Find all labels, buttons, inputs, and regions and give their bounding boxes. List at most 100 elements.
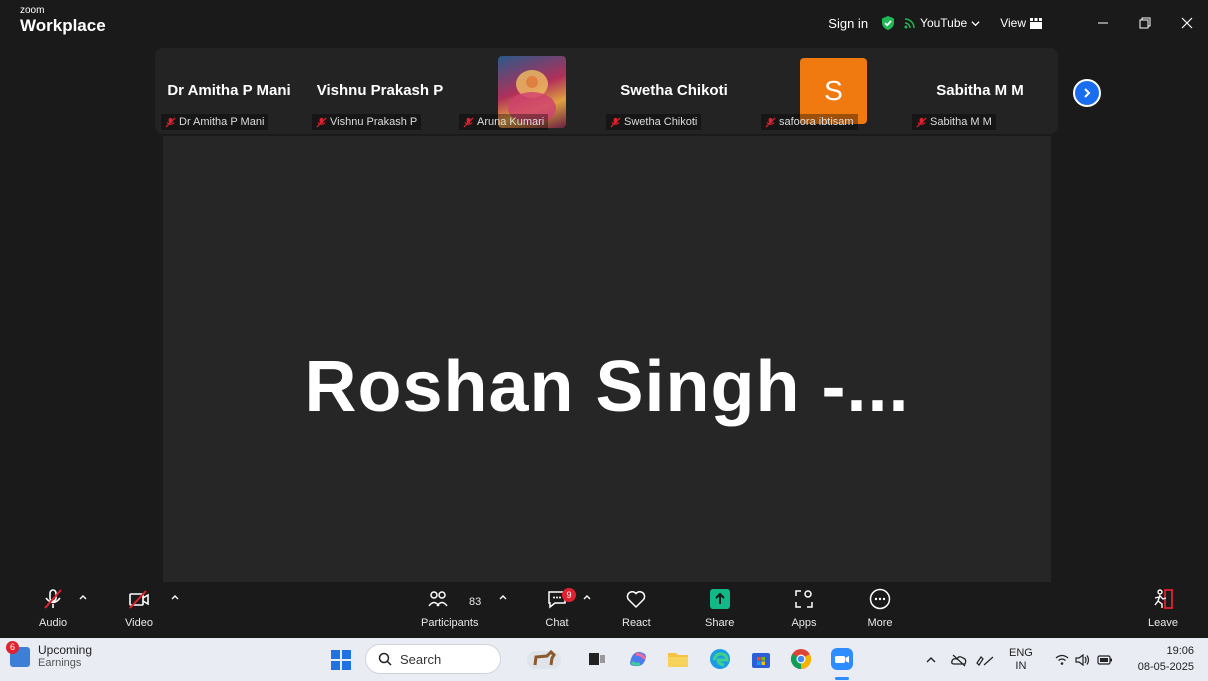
participant-label-text: safoora ibtisam bbox=[779, 116, 854, 128]
share-label: Share bbox=[705, 617, 735, 629]
chevron-up-icon[interactable] bbox=[925, 654, 937, 666]
participant-label-text: Dr Amitha P Mani bbox=[179, 116, 265, 128]
participants-options-chevron-up-icon[interactable] bbox=[498, 592, 508, 602]
shield-check-icon[interactable] bbox=[880, 15, 896, 31]
mic-muted-icon bbox=[610, 116, 621, 128]
participant-label-text: Vishnu Prakash P bbox=[330, 116, 418, 128]
taskbar-search[interactable]: Search bbox=[365, 644, 501, 674]
participant-label: Swetha Chikoti bbox=[606, 114, 702, 130]
system-clock[interactable]: 19:06 08-05-2025 bbox=[1138, 643, 1194, 675]
windows-logo-icon bbox=[331, 650, 340, 659]
heart-icon bbox=[627, 591, 646, 609]
participant-label: Vishnu Prakash P bbox=[312, 114, 422, 130]
chevron-down-icon bbox=[971, 20, 980, 26]
chat-unread-badge: 9 bbox=[562, 588, 576, 602]
leave-button[interactable]: Leave bbox=[1148, 586, 1178, 629]
share-screen-icon bbox=[709, 589, 730, 609]
restore-icon bbox=[1139, 17, 1151, 29]
clock-time: 19:06 bbox=[1166, 645, 1194, 657]
chevron-right-icon bbox=[1084, 88, 1091, 98]
apps-button[interactable]: Apps bbox=[791, 586, 817, 629]
participant-tile[interactable]: Dr Amitha P Mani Dr Amitha P Mani bbox=[155, 48, 303, 134]
minimize-icon bbox=[1098, 22, 1108, 24]
widget-badge: 6 bbox=[6, 640, 19, 654]
speaker-icon[interactable] bbox=[1075, 653, 1091, 666]
widget-title: Upcoming bbox=[38, 643, 93, 657]
edge-browser-icon[interactable] bbox=[708, 647, 732, 671]
more-icon bbox=[869, 588, 891, 610]
youtube-stream-menu[interactable]: YouTube bbox=[904, 16, 980, 30]
zoom-app-icon[interactable] bbox=[830, 647, 854, 671]
restore-button[interactable] bbox=[1124, 0, 1166, 46]
wifi-icon[interactable] bbox=[1055, 654, 1069, 666]
file-explorer-icon[interactable] bbox=[666, 647, 690, 671]
more-label: More bbox=[867, 617, 893, 629]
mic-muted-icon bbox=[165, 116, 176, 128]
chrome-browser-icon[interactable] bbox=[789, 647, 813, 671]
participant-strip: Dr Amitha P Mani Dr Amitha P Mani Vishnu… bbox=[155, 48, 1058, 134]
participant-tile[interactable]: Swetha Chikoti Swetha Chikoti bbox=[600, 48, 748, 134]
share-button[interactable]: Share bbox=[705, 586, 734, 629]
calendar-icon: 6 bbox=[6, 640, 30, 667]
mic-muted-icon bbox=[463, 116, 474, 128]
horse-widget-icon[interactable] bbox=[527, 647, 561, 671]
pen-input-icon[interactable] bbox=[975, 653, 995, 667]
search-icon bbox=[378, 652, 392, 666]
youtube-label: YouTube bbox=[920, 16, 968, 30]
participant-label: Dr Amitha P Mani bbox=[161, 114, 269, 130]
next-page-button[interactable] bbox=[1073, 79, 1101, 107]
participants-count: 83 bbox=[469, 596, 482, 608]
brand-small: zoom bbox=[20, 5, 45, 16]
system-tray: ENG IN bbox=[925, 638, 1113, 681]
language-top: ENG bbox=[1009, 646, 1033, 659]
widgets-button[interactable]: 6 Upcoming Earnings bbox=[6, 640, 93, 670]
participant-tile[interactable]: safoora ibtisam bbox=[755, 48, 903, 134]
participant-label-text: Aruna Kumari bbox=[477, 116, 545, 128]
brand-large: Workplace bbox=[20, 16, 106, 35]
mic-muted-icon bbox=[44, 589, 62, 609]
participants-label: Participants bbox=[421, 617, 479, 629]
apps-icon bbox=[795, 590, 813, 608]
language-indicator[interactable]: ENG IN bbox=[1009, 647, 1033, 673]
battery-icon[interactable] bbox=[1097, 654, 1113, 665]
participant-label-text: Sabitha M M bbox=[930, 116, 992, 128]
participant-tile[interactable]: Sabitha M M Sabitha M M bbox=[906, 48, 1054, 134]
view-menu[interactable]: View bbox=[1000, 16, 1042, 30]
task-view-icon[interactable] bbox=[585, 647, 609, 671]
onedrive-icon[interactable] bbox=[951, 653, 967, 667]
participant-name: Dr Amitha P Mani bbox=[167, 82, 291, 99]
participant-label-text: Swetha Chikoti bbox=[624, 116, 698, 128]
copilot-icon[interactable] bbox=[626, 647, 650, 671]
active-app-indicator bbox=[835, 677, 849, 680]
clock-date: 08-05-2025 bbox=[1137, 661, 1194, 673]
participant-tile[interactable]: Vishnu Prakash P Vishnu Prakash P bbox=[306, 48, 454, 134]
microsoft-store-icon[interactable] bbox=[749, 647, 773, 671]
close-button[interactable] bbox=[1166, 0, 1208, 46]
language-bottom: IN bbox=[1015, 659, 1027, 672]
chat-options-chevron-up-icon[interactable] bbox=[582, 592, 592, 602]
livestream-icon bbox=[904, 18, 915, 29]
sign-in-link[interactable]: Sign in bbox=[828, 16, 868, 31]
more-button[interactable]: More bbox=[867, 586, 893, 629]
leave-icon bbox=[1154, 589, 1173, 609]
start-button[interactable] bbox=[331, 650, 351, 670]
leave-label: Leave bbox=[1148, 617, 1178, 629]
participant-name: Sabitha M M bbox=[936, 82, 1024, 99]
grid-view-icon bbox=[1030, 17, 1042, 29]
video-label: Video bbox=[125, 617, 153, 629]
minimize-button[interactable] bbox=[1082, 0, 1124, 46]
audio-button[interactable]: Audio bbox=[39, 586, 67, 629]
close-icon bbox=[1181, 17, 1193, 29]
audio-options-chevron-up-icon[interactable] bbox=[78, 592, 88, 602]
video-options-chevron-up-icon[interactable] bbox=[170, 592, 180, 602]
os-taskbar: 6 Upcoming Earnings Search ENG IN 19:06 … bbox=[0, 638, 1208, 681]
react-button[interactable]: React bbox=[622, 586, 651, 629]
participant-label: Sabitha M M bbox=[912, 114, 996, 130]
mic-muted-icon bbox=[316, 116, 327, 128]
audio-label: Audio bbox=[39, 617, 68, 629]
widget-subtitle: Earnings bbox=[38, 657, 82, 669]
active-speaker-view[interactable]: Roshan Singh -... bbox=[163, 136, 1051, 582]
meeting-toolbar: Audio Video Participants 83 Chat 9 React… bbox=[0, 582, 1208, 638]
participant-label: Aruna Kumari bbox=[459, 114, 549, 130]
video-button[interactable]: Video bbox=[125, 586, 153, 629]
